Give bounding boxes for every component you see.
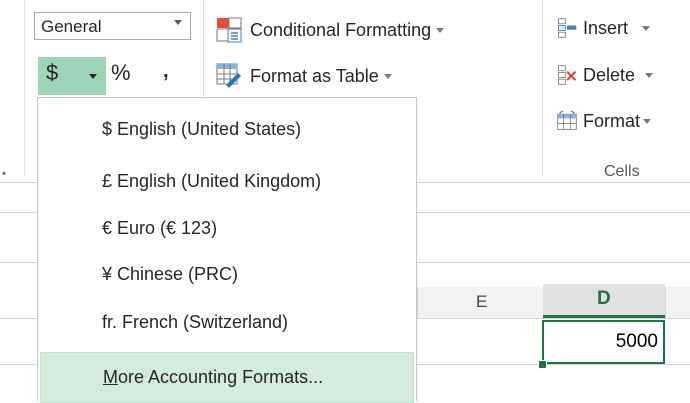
percent-style-button[interactable]: %	[111, 60, 131, 86]
more-accounting-formats-item[interactable]: More Accounting Formats...	[40, 352, 414, 403]
menu-item-label: € Euro (€ 123)	[102, 218, 218, 238]
cells-group-label: Cells	[604, 163, 640, 180]
dollar-icon: $	[46, 60, 59, 85]
menu-item-label: $ English (United States)	[102, 119, 302, 139]
format-as-table-icon	[216, 63, 241, 88]
fill-handle[interactable]	[538, 360, 547, 369]
delete-label: Delete	[583, 64, 636, 85]
format-cells-button[interactable]: Format	[556, 110, 652, 132]
format-as-table-button[interactable]: Format as Table	[216, 63, 392, 89]
chevron-down-icon	[174, 20, 182, 25]
menu-item-label: ¥ Chinese (PRC)	[102, 264, 239, 284]
chevron-down-icon	[643, 118, 652, 124]
column-header-d[interactable]: D	[543, 284, 665, 318]
accounting-format-menu: $ English (United States) £ English (Uni…	[37, 97, 417, 403]
menu-item-label: fr. French (Switzerland)	[102, 312, 289, 332]
delete-cells-icon	[558, 65, 577, 85]
menu-item-chf[interactable]: fr. French (Switzerland)	[38, 297, 416, 348]
accounting-format-button[interactable]: $	[38, 57, 106, 95]
menu-item-label: £ English (United Kingdom)	[102, 171, 322, 191]
conditional-formatting-button[interactable]: Conditional Formatting	[216, 17, 445, 43]
cell-value: 5000	[615, 331, 658, 352]
active-cell-d[interactable]: 5000	[542, 320, 665, 364]
menu-item-cny[interactable]: ¥ Chinese (PRC)	[38, 249, 416, 300]
dialog-launcher-icon[interactable]: ▪	[2, 166, 6, 180]
insert-cells-button[interactable]: Insert	[556, 17, 651, 39]
chevron-down-icon	[436, 27, 445, 33]
menu-item-usd[interactable]: $ English (United States)	[38, 104, 416, 155]
menu-item-eur[interactable]: € Euro (€ 123)	[38, 203, 416, 254]
format-cells-icon	[557, 110, 577, 130]
number-format-dropdown[interactable]: General	[34, 12, 191, 40]
column-header-e[interactable]: E	[417, 287, 543, 318]
menu-item-accelerator: M	[103, 367, 118, 387]
chevron-down-icon	[383, 73, 392, 79]
chevron-down-icon	[642, 25, 651, 31]
column-header-label: D	[597, 288, 611, 309]
column-header-label: E	[476, 292, 488, 311]
format-as-table-label: Format as Table	[250, 65, 379, 86]
format-label: Format	[583, 110, 641, 131]
group-separator	[24, 0, 25, 176]
delete-cells-button[interactable]: Delete	[556, 64, 654, 86]
number-format-value: General	[41, 17, 102, 36]
menu-item-gbp[interactable]: £ English (United Kingdom)	[38, 156, 416, 207]
column-header-next[interactable]	[665, 287, 690, 318]
chevron-down-icon[interactable]	[89, 74, 97, 79]
menu-item-label: ore Accounting Formats...	[118, 367, 324, 387]
comma-style-button[interactable]: ,	[163, 60, 169, 83]
chevron-down-icon	[645, 72, 654, 78]
conditional-formatting-icon	[216, 17, 242, 43]
insert-cells-icon	[558, 18, 577, 38]
conditional-formatting-label: Conditional Formatting	[250, 19, 432, 40]
insert-label: Insert	[583, 17, 629, 38]
group-separator	[542, 0, 543, 176]
